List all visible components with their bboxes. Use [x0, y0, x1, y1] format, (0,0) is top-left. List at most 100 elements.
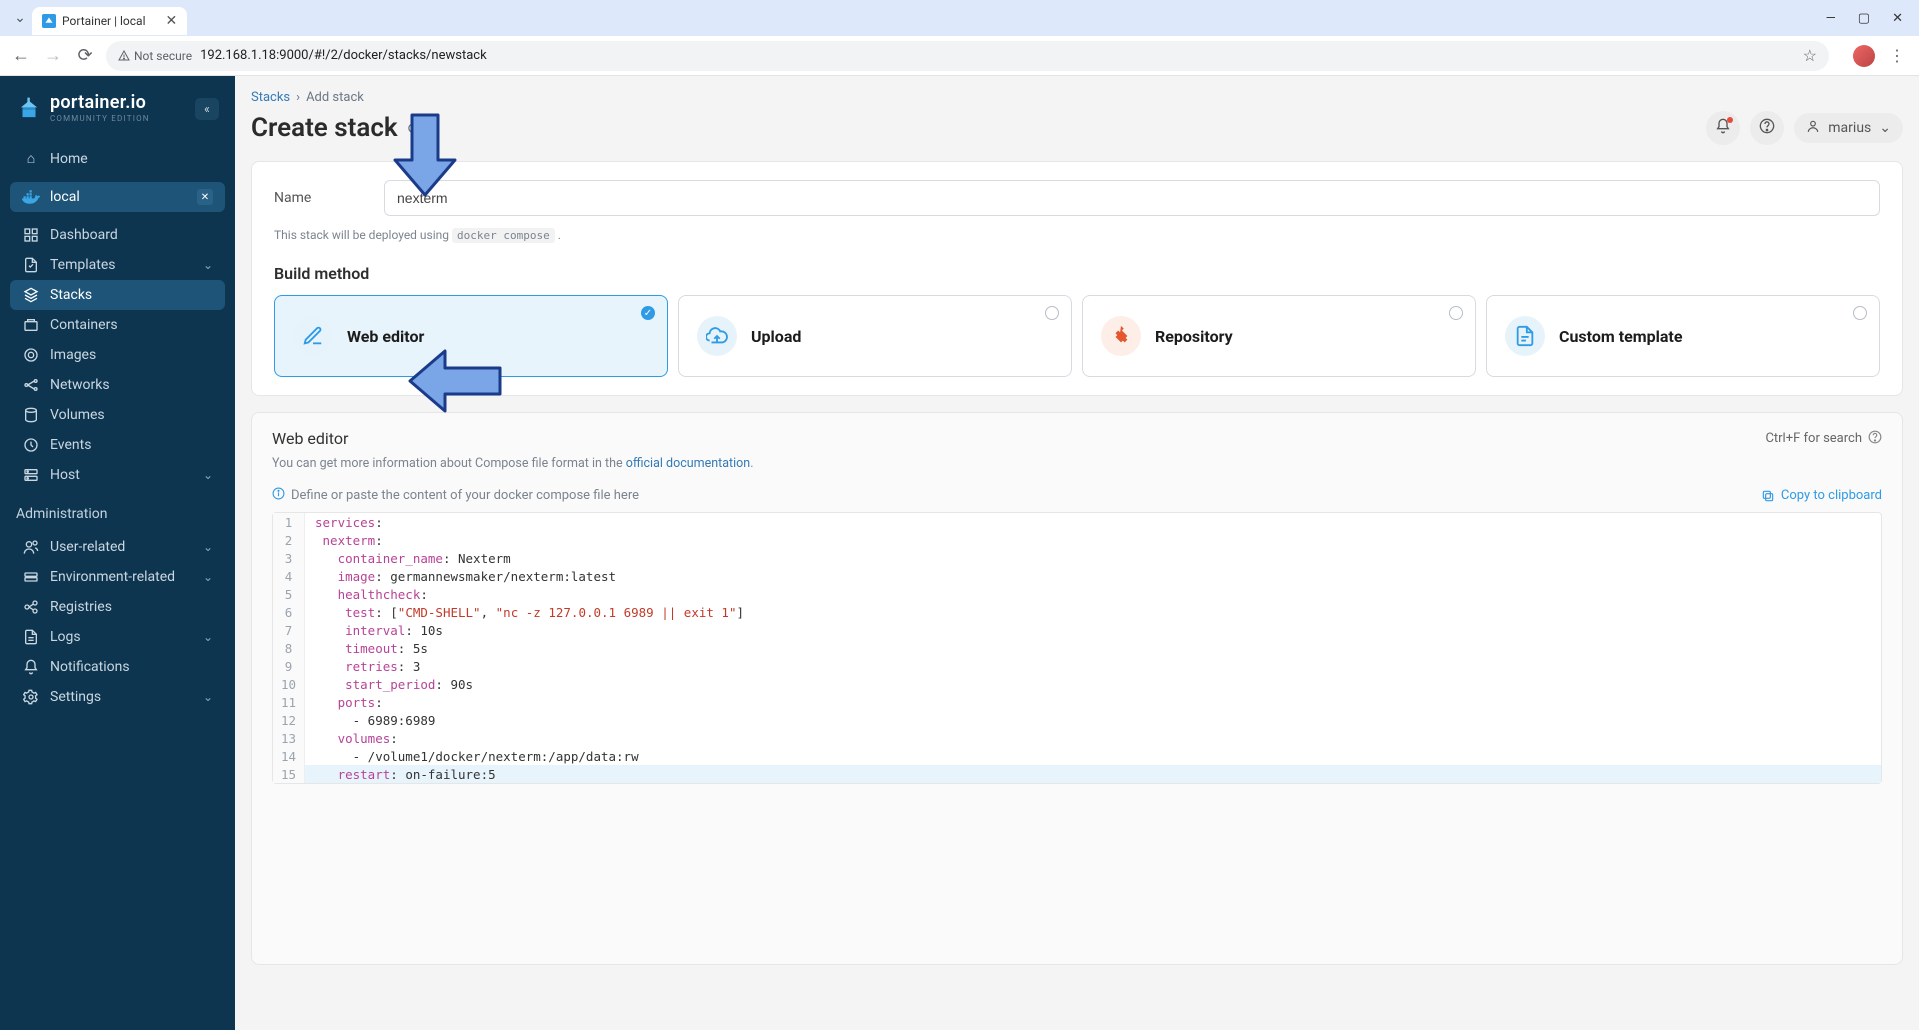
- user-related-icon: [22, 539, 40, 555]
- stack-name-input[interactable]: [384, 180, 1880, 216]
- copy-to-clipboard-button[interactable]: Copy to clipboard: [1761, 488, 1882, 503]
- sidebar-admin-heading: Administration: [0, 494, 235, 528]
- code-line[interactable]: 8 timeout: 5s: [273, 639, 1881, 657]
- name-label: Name: [274, 190, 364, 206]
- method-icon: [697, 316, 737, 356]
- method-icon: [293, 316, 333, 356]
- notifications-icon: [22, 659, 40, 675]
- not-secure-badge: Not secure: [118, 49, 192, 63]
- code-line[interactable]: 14 - /volume1/docker/nexterm:/app/data:r…: [273, 747, 1881, 765]
- main-content: Stacks › Add stack Create stack ⟳: [235, 76, 1919, 1030]
- code-line[interactable]: 9 retries: 3: [273, 657, 1881, 675]
- browser-tab[interactable]: Portainer | local ✕: [32, 7, 187, 35]
- chevron-down-icon: ⌄: [1879, 120, 1891, 136]
- sidebar-item-registries[interactable]: Registries: [10, 592, 225, 622]
- window-minimize-icon[interactable]: —: [1826, 11, 1836, 26]
- code-line[interactable]: 5 healthcheck:: [273, 585, 1881, 603]
- tab-title: Portainer | local: [62, 14, 146, 28]
- editor-placeholder: Define or paste the content of your dock…: [291, 488, 639, 503]
- help-button[interactable]: [1750, 111, 1784, 145]
- registries-icon: [22, 599, 40, 615]
- stacks-icon: [22, 287, 40, 303]
- portainer-logo-icon: [16, 96, 42, 122]
- build-method-repository[interactable]: Repository: [1082, 295, 1476, 377]
- breadcrumb-leaf: Add stack: [306, 90, 364, 105]
- tab-list-dropdown[interactable]: ⌄: [8, 10, 32, 26]
- profile-avatar[interactable]: [1853, 45, 1875, 67]
- close-tab-icon[interactable]: ✕: [166, 13, 178, 29]
- collapse-sidebar-button[interactable]: «: [195, 98, 219, 120]
- chevron-down-icon: ⌄: [203, 570, 213, 584]
- sidebar-item-home[interactable]: ⌂ Home: [10, 143, 225, 174]
- code-line[interactable]: 4 image: germannewsmaker/nexterm:latest: [273, 567, 1881, 585]
- code-line[interactable]: 11 ports:: [273, 693, 1881, 711]
- code-line[interactable]: 10 start_period: 90s: [273, 675, 1881, 693]
- events-icon: [22, 437, 40, 453]
- chevron-down-icon: ⌄: [203, 690, 213, 704]
- forward-button[interactable]: →: [42, 45, 64, 66]
- code-line[interactable]: 3 container_name: Nexterm: [273, 549, 1881, 567]
- breadcrumb: Stacks › Add stack: [251, 90, 1903, 105]
- bookmark-star-icon[interactable]: ☆: [1803, 46, 1817, 65]
- environment-related-icon: [22, 569, 40, 585]
- host-icon: [22, 467, 40, 483]
- sidebar-item-user-related[interactable]: User-related⌄: [10, 532, 225, 562]
- sidebar-item-templates[interactable]: Templates⌄: [10, 250, 225, 280]
- notification-dot: [1727, 117, 1733, 123]
- method-icon: [1505, 316, 1545, 356]
- code-line[interactable]: 6 test: ["CMD-SHELL", "nc -z 127.0.0.1 6…: [273, 603, 1881, 621]
- sidebar-item-images[interactable]: Images: [10, 340, 225, 370]
- info-icon: [272, 487, 285, 504]
- sidebar-item-environment-related[interactable]: Environment-related⌄: [10, 562, 225, 592]
- arrow-annotation: [405, 346, 505, 416]
- reload-button[interactable]: ⟳: [74, 45, 96, 66]
- sidebar: portainer.io COMMUNITY EDITION « ⌂ Home …: [0, 76, 235, 1030]
- build-method-custom-template[interactable]: Custom template: [1486, 295, 1880, 377]
- back-button[interactable]: ←: [10, 45, 32, 66]
- radio-indicator: [1449, 306, 1463, 320]
- chevron-down-icon: ⌄: [203, 468, 213, 482]
- home-icon: ⌂: [22, 150, 40, 167]
- code-line[interactable]: 15 restart: on-failure:5: [273, 765, 1881, 783]
- sidebar-item-host[interactable]: Host⌄: [10, 460, 225, 490]
- url-text: 192.168.1.18:9000/#!/2/docker/stacks/new…: [200, 48, 487, 63]
- search-hint: Ctrl+F for search: [1765, 431, 1862, 446]
- containers-icon: [22, 317, 40, 333]
- chevron-down-icon: ⌄: [203, 630, 213, 644]
- code-editor[interactable]: 1services:2 nexterm:3 container_name: Ne…: [272, 512, 1882, 784]
- code-line[interactable]: 12 - 6989:6989: [273, 711, 1881, 729]
- brand-name: portainer.io: [50, 94, 150, 112]
- build-method-upload[interactable]: Upload: [678, 295, 1072, 377]
- user-menu[interactable]: marius ⌄: [1794, 113, 1903, 143]
- code-line[interactable]: 7 interval: 10s: [273, 621, 1881, 639]
- brand-edition: COMMUNITY EDITION: [50, 115, 150, 123]
- sidebar-item-dashboard[interactable]: Dashboard: [10, 220, 225, 250]
- sidebar-item-volumes[interactable]: Volumes: [10, 400, 225, 430]
- sidebar-item-logs[interactable]: Logs⌄: [10, 622, 225, 652]
- editor-title: Web editor: [272, 429, 348, 448]
- code-line[interactable]: 13 volumes:: [273, 729, 1881, 747]
- sidebar-env-selector[interactable]: local ✕: [10, 182, 225, 212]
- window-close-icon[interactable]: ✕: [1892, 11, 1903, 26]
- editor-subtext: You can get more information about Compo…: [272, 456, 1882, 471]
- window-maximize-icon[interactable]: ▢: [1858, 11, 1870, 26]
- help-icon[interactable]: [1868, 430, 1882, 448]
- sidebar-item-settings[interactable]: Settings⌄: [10, 682, 225, 712]
- sidebar-item-networks[interactable]: Networks: [10, 370, 225, 400]
- breadcrumb-root[interactable]: Stacks: [251, 90, 290, 105]
- dashboard-icon: [22, 227, 40, 243]
- radio-indicator: ✓: [641, 306, 655, 320]
- address-bar[interactable]: Not secure 192.168.1.18:9000/#!/2/docker…: [106, 41, 1829, 71]
- close-env-icon[interactable]: ✕: [197, 189, 213, 205]
- arrow-annotation: [390, 110, 460, 200]
- docs-link[interactable]: official documentation: [626, 456, 750, 471]
- logs-icon: [22, 629, 40, 645]
- notifications-button[interactable]: [1706, 111, 1740, 145]
- browser-menu-icon[interactable]: ⋮: [1885, 46, 1909, 65]
- sidebar-item-containers[interactable]: Containers: [10, 310, 225, 340]
- code-line[interactable]: 1services:: [273, 513, 1881, 531]
- code-line[interactable]: 2 nexterm:: [273, 531, 1881, 549]
- sidebar-item-notifications[interactable]: Notifications: [10, 652, 225, 682]
- sidebar-item-events[interactable]: Events: [10, 430, 225, 460]
- sidebar-item-stacks[interactable]: Stacks: [10, 280, 225, 310]
